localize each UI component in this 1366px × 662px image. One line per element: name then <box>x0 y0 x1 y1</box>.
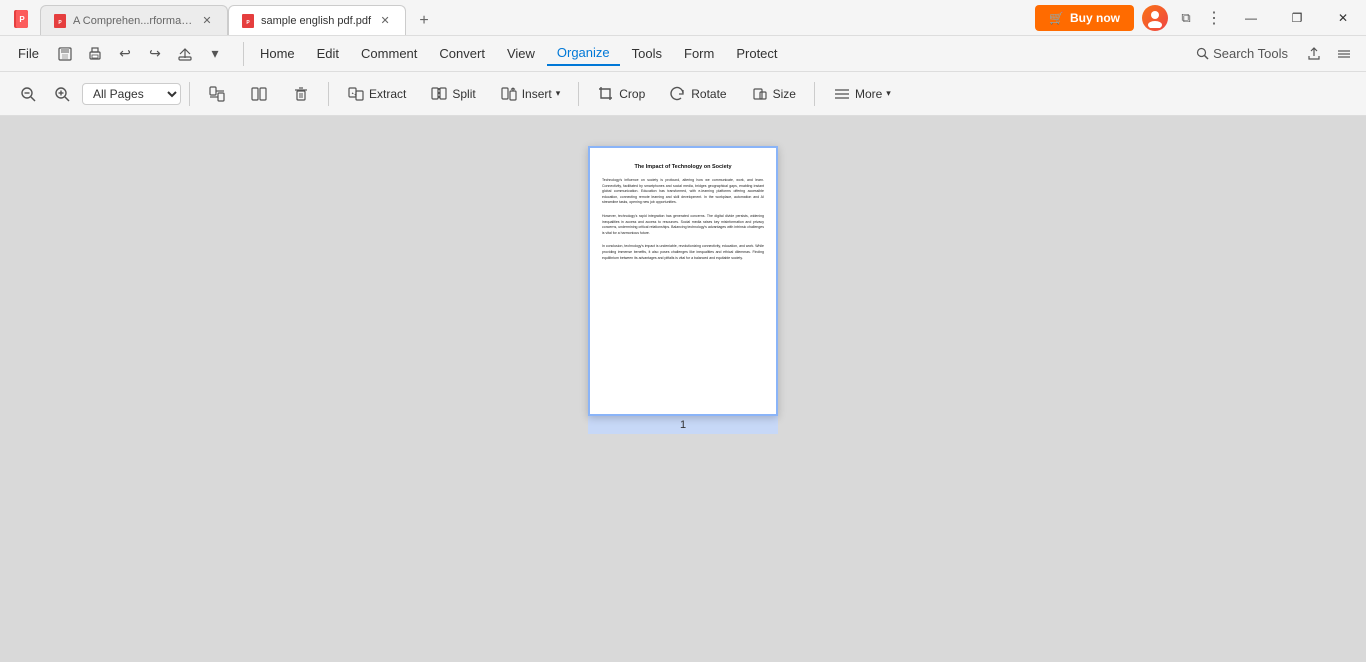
search-tools-button[interactable]: Search Tools <box>1186 42 1298 65</box>
size-label: Size <box>773 87 796 101</box>
size-button[interactable]: Size <box>741 81 806 107</box>
insert-label: Insert <box>522 87 552 101</box>
rotate-label: Rotate <box>691 87 726 101</box>
pdf-para-3: In conclusion, technology's impact is un… <box>602 244 764 261</box>
delete-icon <box>292 85 310 103</box>
rotate-button[interactable]: Rotate <box>659 81 736 107</box>
tab2-label: sample english pdf.pdf <box>261 15 371 27</box>
file-area: File ↩ ↪ ▾ <box>8 40 229 68</box>
share-icon-button[interactable] <box>171 40 199 68</box>
page-container: The Impact of Technology on Society Tech… <box>588 146 778 434</box>
pdf-page-title: The Impact of Technology on Society <box>602 164 764 170</box>
new-tab-button[interactable]: + <box>410 7 438 35</box>
crop-icon <box>597 85 615 103</box>
toolbar-divider1 <box>189 82 190 106</box>
save-icon-button[interactable] <box>51 40 79 68</box>
tab1-close[interactable]: ✕ <box>199 13 215 29</box>
menu-form[interactable]: Form <box>674 42 724 65</box>
crop-label: Crop <box>619 87 645 101</box>
replace-button[interactable] <box>198 81 236 107</box>
menu-comment[interactable]: Comment <box>351 42 427 65</box>
upload-button[interactable] <box>1300 40 1328 68</box>
search-icon <box>1196 47 1209 60</box>
close-button[interactable]: ✕ <box>1320 0 1366 36</box>
redo-icon-button[interactable]: ↪ <box>141 40 169 68</box>
split-view-button[interactable] <box>240 81 278 107</box>
tab-comprehen[interactable]: P A Comprehen...rformance.pdf ✕ <box>40 5 228 35</box>
pdf-icon: P <box>53 14 67 28</box>
page-number: 1 <box>680 419 686 431</box>
more-label: More <box>855 87 882 101</box>
title-bar: P P A Comprehen...rformance.pdf ✕ P samp… <box>0 0 1366 36</box>
zoom-in-button[interactable] <box>46 78 78 110</box>
crop-button[interactable]: Crop <box>587 81 655 107</box>
pdf-icon2: P <box>241 14 255 28</box>
size-icon <box>751 85 769 103</box>
menu-bar: File ↩ ↪ ▾ Home Edit Comment Convert Vie… <box>0 36 1366 72</box>
page-range-dropdown[interactable]: All Pages Odd Pages Even Pages <box>82 83 181 105</box>
tabs-area: P P A Comprehen...rformance.pdf ✕ P samp… <box>0 0 1035 35</box>
menu-view[interactable]: View <box>497 42 545 65</box>
multi-window-button[interactable]: ⧉ <box>1172 4 1200 32</box>
undo-icon-button[interactable]: ↩ <box>111 40 139 68</box>
split-icon <box>430 85 448 103</box>
insert-icon <box>500 85 518 103</box>
page-range-select[interactable]: All Pages Odd Pages Even Pages <box>82 83 181 105</box>
delete-button[interactable] <box>282 81 320 107</box>
replace-icon <box>208 85 226 103</box>
minimize-button[interactable]: — <box>1228 0 1274 36</box>
menu-tools[interactable]: Tools <box>622 42 672 65</box>
more-icon <box>833 85 851 103</box>
more-options-button[interactable]: ⋮ <box>1200 4 1228 32</box>
buy-now-button[interactable]: 🛒 Buy now <box>1035 5 1134 31</box>
zoom-out-button[interactable] <box>12 78 44 110</box>
app-logo: P <box>8 5 36 33</box>
menu-protect[interactable]: Protect <box>726 42 787 65</box>
tab-sample[interactable]: P sample english pdf.pdf ✕ <box>228 5 406 35</box>
title-bar-right: 🛒 Buy now ⧉ ⋮ — ❐ ✕ <box>1035 0 1366 36</box>
rotate-icon <box>669 85 687 103</box>
insert-button[interactable]: Insert ▾ <box>490 81 571 107</box>
tab2-close[interactable]: ✕ <box>377 13 393 29</box>
split-view-icon <box>250 85 268 103</box>
toolbar-divider3 <box>578 82 579 106</box>
svg-text:P: P <box>19 15 25 24</box>
user-avatar[interactable] <box>1142 5 1168 31</box>
page-number-bar: 1 <box>588 416 778 434</box>
more-dropdown-icon: ▾ <box>886 88 891 99</box>
more-button[interactable]: More ▾ <box>823 81 901 107</box>
buy-now-label: Buy now <box>1070 11 1120 25</box>
toolbar-divider4 <box>814 82 815 106</box>
pdf-para-1: Technology's influence on society is pro… <box>602 178 764 206</box>
collapse-button[interactable] <box>1330 40 1358 68</box>
extract-label: Extract <box>369 87 406 101</box>
tab1-label: A Comprehen...rformance.pdf <box>73 15 193 27</box>
menu-organize[interactable]: Organize <box>547 41 620 66</box>
maximize-button[interactable]: ❐ <box>1274 0 1320 36</box>
pdf-para-2: However, technology's rapid integration … <box>602 214 764 236</box>
search-tools-label: Search Tools <box>1213 46 1288 61</box>
print-icon-button[interactable] <box>81 40 109 68</box>
dropdown-icon-button[interactable]: ▾ <box>201 40 229 68</box>
menu-edit[interactable]: Edit <box>307 42 349 65</box>
extract-icon <box>347 85 365 103</box>
organize-toolbar: All Pages Odd Pages Even Pages Extract S… <box>0 72 1366 116</box>
extract-button[interactable]: Extract <box>337 81 416 107</box>
zoom-controls <box>12 78 78 110</box>
toolbar-divider2 <box>328 82 329 106</box>
cart-icon: 🛒 <box>1049 11 1064 25</box>
canvas-area: The Impact of Technology on Society Tech… <box>0 116 1366 662</box>
pdf-page-1: The Impact of Technology on Society Tech… <box>588 146 778 416</box>
menu-home[interactable]: Home <box>250 42 305 65</box>
file-menu[interactable]: File <box>8 42 49 65</box>
split-label: Split <box>452 87 475 101</box>
split-button[interactable]: Split <box>420 81 485 107</box>
menu-divider1 <box>243 42 244 66</box>
insert-dropdown-icon: ▾ <box>556 88 561 99</box>
menu-convert[interactable]: Convert <box>429 42 495 65</box>
